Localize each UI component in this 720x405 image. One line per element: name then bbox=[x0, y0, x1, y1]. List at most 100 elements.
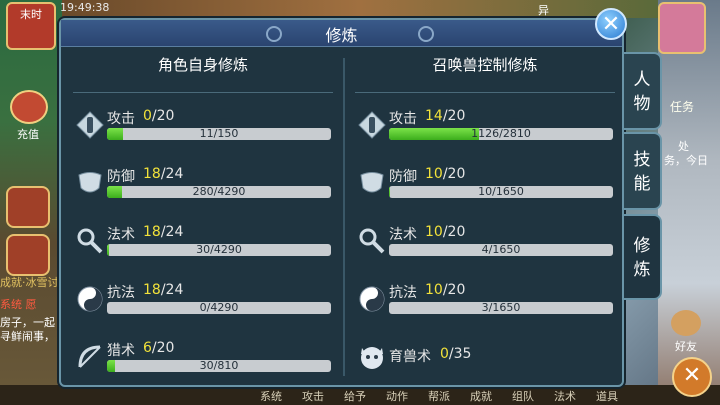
menu-attack[interactable]: 攻击 bbox=[302, 388, 324, 404]
panel-title-underline bbox=[73, 86, 333, 93]
experience-text: 4/1650 bbox=[481, 244, 521, 256]
experience-text: 30/810 bbox=[199, 360, 239, 372]
attack-icon bbox=[357, 110, 387, 140]
level-max: /20 bbox=[442, 224, 466, 240]
cultivation-dialog: 修炼 角色自身修炼 攻击 0/20 11/150 防御 18/24 280/4290 法术 1… bbox=[59, 18, 624, 387]
skill-name: 抗法 bbox=[389, 285, 417, 301]
level-max: /20 bbox=[442, 282, 466, 298]
time-badge[interactable]: 末时 bbox=[6, 2, 56, 50]
experience-bar: 30/810 bbox=[107, 360, 331, 372]
clock: 19:49:38 bbox=[60, 1, 110, 14]
experience-text: 30/4290 bbox=[196, 244, 242, 256]
scene-top bbox=[62, 0, 658, 18]
cultivation-row[interactable]: 攻击 14/20 1126/2810 bbox=[349, 104, 621, 156]
skill-level: 14/20 bbox=[425, 108, 465, 124]
tab-skills[interactable]: 技能 bbox=[624, 132, 662, 210]
experience-text: 1126/2810 bbox=[471, 128, 531, 140]
level-current: 10 bbox=[425, 166, 443, 182]
level-current: 18 bbox=[143, 166, 161, 182]
chat-icon[interactable] bbox=[6, 234, 50, 276]
experience-bar: 3/1650 bbox=[389, 302, 613, 314]
cultivation-row[interactable]: 防御 10/20 10/1650 bbox=[349, 162, 621, 214]
menu-close-icon[interactable]: ✕ bbox=[672, 357, 712, 397]
skill-name: 攻击 bbox=[389, 111, 417, 127]
pet-cultivation-panel: 召唤兽控制修炼 攻击 14/20 1126/2810 防御 10/20 10/1650 法术… bbox=[349, 52, 621, 382]
cultivation-row[interactable]: 攻击 0/20 11/150 bbox=[67, 104, 339, 156]
menu-action[interactable]: 动作 bbox=[386, 388, 408, 404]
cultivation-row[interactable]: 育兽术 0/35 bbox=[349, 336, 621, 388]
menu-guild[interactable]: 帮派 bbox=[428, 388, 450, 404]
level-max: /35 bbox=[448, 346, 472, 362]
level-max: /24 bbox=[160, 224, 184, 240]
skill-name: 法术 bbox=[389, 227, 417, 243]
menu-magic[interactable]: 法术 bbox=[554, 388, 576, 404]
skill-level: 18/24 bbox=[143, 166, 183, 182]
hunt-icon bbox=[75, 342, 105, 372]
experience-bar: 10/1650 bbox=[389, 186, 613, 198]
level-current: 6 bbox=[143, 340, 152, 356]
level-current: 18 bbox=[143, 224, 161, 240]
chat-channel-text: 系统 愿 bbox=[0, 298, 62, 312]
friends-button[interactable]: 好友 bbox=[666, 310, 706, 354]
experience-bar: 280/4290 bbox=[107, 186, 331, 198]
level-max: /24 bbox=[160, 166, 184, 182]
level-current: 18 bbox=[143, 282, 161, 298]
experience-text: 10/1650 bbox=[478, 186, 524, 198]
menu-team[interactable]: 组队 bbox=[512, 388, 534, 404]
tab-character-label: 人物 bbox=[633, 70, 651, 114]
cultivation-row[interactable]: 法术 10/20 4/1650 bbox=[349, 220, 621, 272]
experience-text: 0/4290 bbox=[199, 302, 239, 314]
experience-text: 280/4290 bbox=[192, 186, 246, 198]
cultivation-row[interactable]: 抗法 18/24 0/4290 bbox=[67, 278, 339, 330]
skill-name: 法术 bbox=[107, 227, 135, 243]
cultivation-row[interactable]: 猎术 6/20 30/810 bbox=[67, 336, 339, 388]
bottom-menu: 系统 攻击 给予 动作 帮派 成就 组队 法术 道具 bbox=[260, 388, 618, 404]
quest-info: 处 务，今日 bbox=[664, 140, 708, 168]
friends-icon bbox=[671, 310, 701, 336]
character-cultivation-panel: 角色自身修炼 攻击 0/20 11/150 防御 18/24 280/4290 法术 18/2… bbox=[67, 52, 339, 382]
skill-level: 10/20 bbox=[425, 282, 465, 298]
menu-give[interactable]: 给予 bbox=[344, 388, 366, 404]
skill-level: 10/20 bbox=[425, 224, 465, 240]
panel-title-underline bbox=[355, 86, 615, 93]
quest-label[interactable]: 任务 bbox=[670, 98, 694, 115]
tab-character[interactable]: 人物 bbox=[624, 52, 662, 130]
tab-cultivation-label: 修炼 bbox=[633, 236, 651, 280]
tab-cultivation[interactable]: 修炼 bbox=[624, 214, 662, 300]
dialog-title: 修炼 bbox=[325, 26, 358, 45]
quest-info-line-2: 务，今日 bbox=[664, 154, 708, 167]
level-max: /20 bbox=[151, 108, 175, 124]
menu-system[interactable]: 系统 bbox=[260, 388, 282, 404]
level-current: 0 bbox=[143, 108, 152, 124]
skill-name: 攻击 bbox=[107, 111, 135, 127]
experience-bar: 4/1650 bbox=[389, 244, 613, 256]
menu-items[interactable]: 道具 bbox=[596, 388, 618, 404]
attack-icon bbox=[75, 110, 105, 140]
player-avatar[interactable] bbox=[658, 2, 706, 54]
friends-label: 好友 bbox=[675, 340, 697, 353]
cultivation-row[interactable]: 法术 18/24 30/4290 bbox=[67, 220, 339, 272]
quest-info-line-1: 处 bbox=[678, 140, 689, 153]
top-status-text: 异 bbox=[538, 4, 549, 17]
experience-bar: 30/4290 bbox=[107, 244, 331, 256]
cultivation-row[interactable]: 防御 18/24 280/4290 bbox=[67, 162, 339, 214]
chat-channel-wish: 愿 bbox=[25, 298, 37, 311]
skill-level: 18/24 bbox=[143, 282, 183, 298]
level-max: /20 bbox=[151, 340, 175, 356]
resist-icon bbox=[357, 284, 387, 314]
activity-icon[interactable] bbox=[6, 186, 50, 228]
level-current: 14 bbox=[425, 108, 443, 124]
recharge-icon bbox=[10, 90, 48, 124]
resist-icon bbox=[75, 284, 105, 314]
recharge-button[interactable]: 充值 bbox=[10, 90, 48, 142]
level-current: 10 bbox=[425, 282, 443, 298]
menu-achievement[interactable]: 成就 bbox=[470, 388, 492, 404]
experience-bar: 0/4290 bbox=[107, 302, 331, 314]
achievement-text: 成就·冰雪讨 bbox=[0, 276, 59, 289]
dialog-title-bar: 修炼 bbox=[61, 20, 622, 47]
cultivation-row[interactable]: 抗法 10/20 3/1650 bbox=[349, 278, 621, 330]
dialog-close-button[interactable]: ✕ bbox=[595, 8, 627, 40]
experience-text: 3/1650 bbox=[481, 302, 521, 314]
panel-title-character: 角色自身修炼 bbox=[157, 56, 248, 74]
chat-line-1: 房子，一起 bbox=[0, 316, 55, 329]
